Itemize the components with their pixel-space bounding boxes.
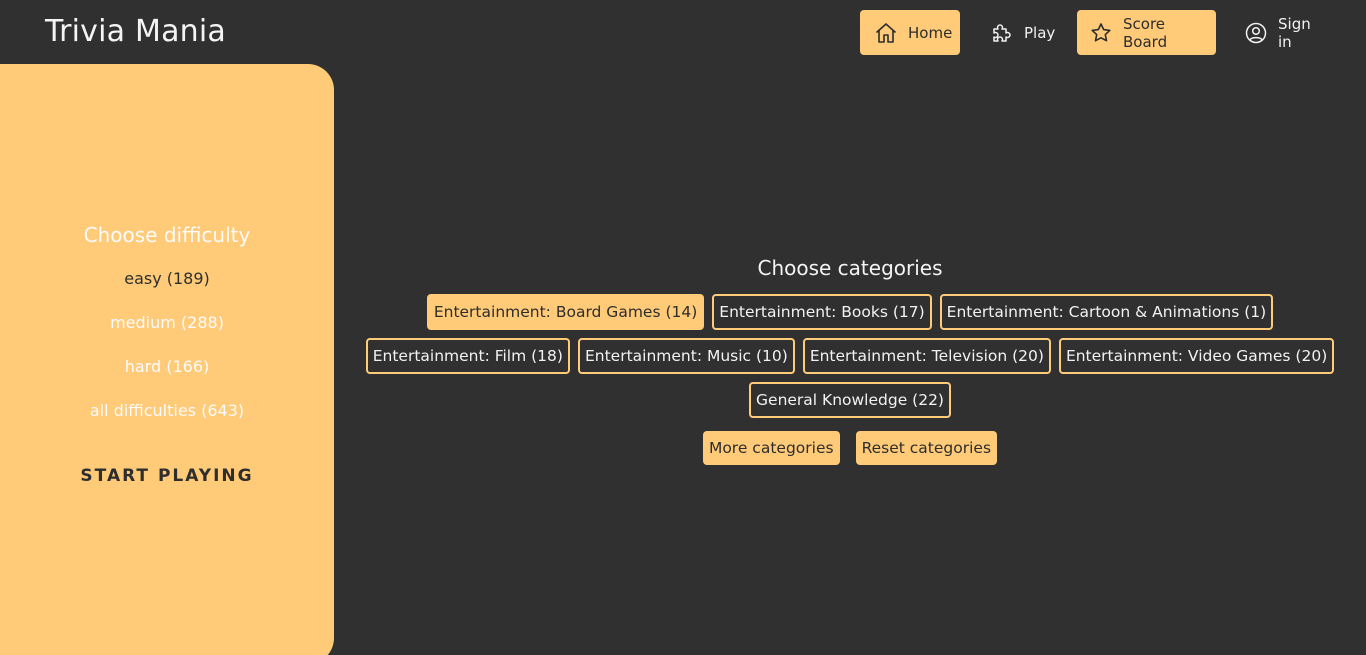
difficulty-option-easy[interactable]: easy (189) <box>0 269 334 288</box>
category-chip-general-knowledge[interactable]: General Knowledge (22) <box>749 382 951 418</box>
category-chip-video-games[interactable]: Entertainment: Video Games (20) <box>1058 338 1335 374</box>
category-chip-film[interactable]: Entertainment: Film (18) <box>365 338 570 374</box>
difficulty-option-hard[interactable]: hard (166) <box>0 357 334 376</box>
reset-categories-button[interactable]: Reset categories <box>855 431 998 465</box>
nav-score-board-button[interactable]: Score Board <box>1077 10 1216 55</box>
category-row-3: General Knowledge (22) <box>334 382 1366 418</box>
category-chip-board-games[interactable]: Entertainment: Board Games (14) <box>426 294 705 330</box>
difficulty-option-medium[interactable]: medium (288) <box>0 313 334 332</box>
category-row-1: Entertainment: Board Games (14) Entertai… <box>334 294 1366 330</box>
user-icon <box>1244 21 1268 45</box>
start-playing-button[interactable]: START PLAYING <box>0 466 334 486</box>
nav-sign-in-label: Sign in <box>1278 14 1311 51</box>
nav-home-button[interactable]: Home <box>860 10 960 55</box>
category-row-2: Entertainment: Film (18) Entertainment: … <box>334 338 1366 374</box>
nav-sign-in-button[interactable]: Sign in <box>1232 10 1336 55</box>
nav-home-label: Home <box>908 23 953 42</box>
more-categories-button[interactable]: More categories <box>702 431 840 465</box>
difficulty-option-all[interactable]: all difficulties (643) <box>0 401 334 420</box>
categories-title: Choose categories <box>757 256 943 280</box>
app-title: Trivia Mania <box>45 14 226 49</box>
puzzle-icon <box>990 21 1014 45</box>
category-chip-television[interactable]: Entertainment: Television (20) <box>802 338 1051 374</box>
nav-score-board-label: Score Board <box>1123 14 1168 51</box>
category-chip-music[interactable]: Entertainment: Music (10) <box>577 338 795 374</box>
nav-play-label: Play <box>1024 23 1056 42</box>
star-icon <box>1089 21 1113 45</box>
category-chip-cartoon-animations[interactable]: Entertainment: Cartoon & Animations (1) <box>939 294 1274 330</box>
category-chip-books[interactable]: Entertainment: Books (17) <box>712 294 932 330</box>
nav-play-button[interactable]: Play <box>978 10 1062 55</box>
difficulty-sidebar: Choose difficulty easy (189) medium (288… <box>0 64 334 655</box>
top-header: Trivia Mania Home Play Score Board Sign … <box>0 0 1366 64</box>
difficulty-title: Choose difficulty <box>83 223 251 247</box>
app-root: Trivia Mania Home Play Score Board Sign … <box>0 0 1366 655</box>
category-actions: More categories Reset categories <box>334 431 1366 465</box>
home-icon <box>874 21 898 45</box>
